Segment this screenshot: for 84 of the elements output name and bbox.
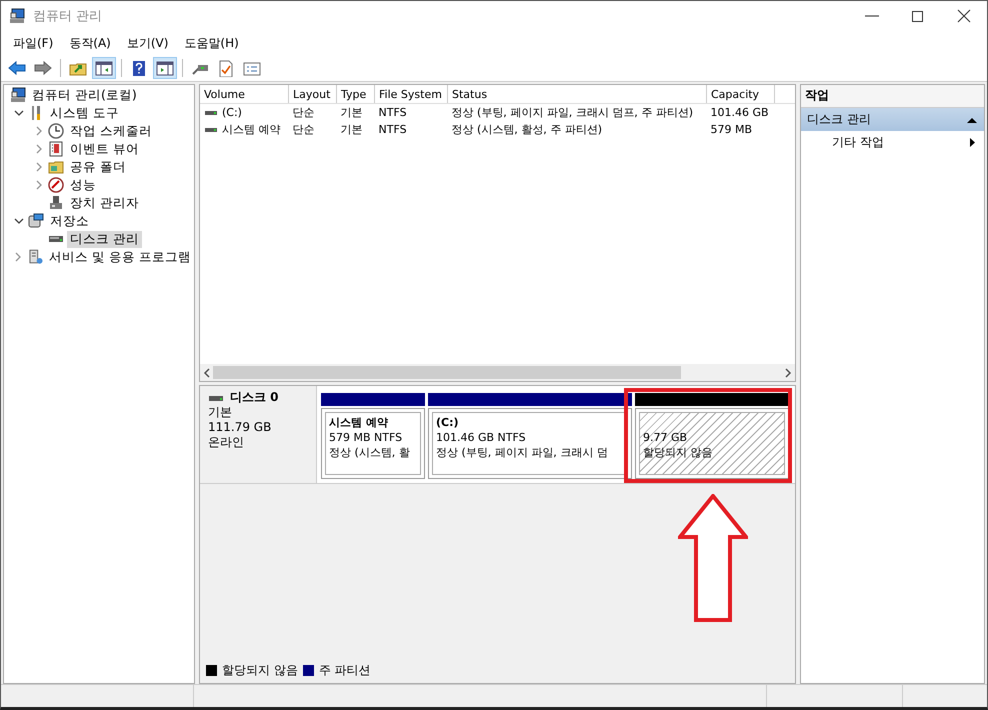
back-arrow-icon	[8, 60, 26, 76]
shared-folder-icon	[48, 159, 64, 175]
submenu-arrow-icon[interactable]	[968, 137, 976, 148]
list-icon	[243, 60, 261, 76]
tree-item[interactable]: 디스크 관리	[67, 230, 142, 248]
legend-label: 주 파티션	[318, 662, 371, 679]
chevron-right-icon[interactable]	[34, 126, 44, 136]
partition-size: 101.46 GB NTFS	[436, 430, 527, 445]
action-item[interactable]: 기타 작업	[832, 134, 884, 151]
partition-box[interactable]: 시스템 예약 579 MB NTFS 정상 (시스템, 활	[325, 412, 421, 475]
menu-item[interactable]: 보기(V)	[118, 32, 176, 54]
partition-box[interactable]: 9.77 GB 할당되지 않음	[639, 412, 785, 475]
computer-icon	[10, 87, 26, 103]
table-cell: 101.46 GB	[706, 104, 774, 121]
toolbar-button[interactable]	[153, 57, 177, 79]
table-cell: 기본	[336, 104, 374, 121]
tree-item[interactable]: 공유 폴더	[67, 158, 129, 176]
chevron-down-icon[interactable]	[14, 108, 24, 118]
maximize-icon[interactable]	[910, 9, 926, 23]
clock-icon	[48, 123, 64, 139]
column-header[interactable]: File System	[374, 85, 448, 104]
gauge-icon	[48, 177, 64, 193]
pane-icon	[95, 60, 113, 76]
menu-item[interactable]: 도움말(H)	[176, 32, 247, 54]
computer-icon	[9, 8, 25, 24]
tree-item[interactable]: 장치 관리자	[67, 194, 142, 212]
checklist-icon	[217, 60, 235, 76]
menu-item[interactable]: 동작(A)	[61, 32, 119, 54]
chevron-right-icon[interactable]	[34, 180, 44, 190]
tree-item[interactable]: 컴퓨터 관리(로컬)	[29, 86, 140, 104]
table-cell: 시스템 예약	[222, 122, 280, 137]
partition-size: 579 MB NTFS	[329, 430, 404, 445]
partition-name: 시스템 예약	[329, 415, 389, 430]
tree-item[interactable]: 이벤트 뷰어	[67, 140, 142, 158]
partition-status: 할당되지 않음	[643, 445, 714, 460]
partition-status: 정상 (시스템, 활	[329, 445, 411, 460]
chevron-right-icon[interactable]	[34, 144, 44, 154]
disk-status: 온라인	[208, 435, 245, 450]
scroll-left-icon[interactable]	[203, 368, 211, 378]
horizontal-scrollbar[interactable]	[200, 364, 795, 381]
forward-arrow-icon	[34, 60, 52, 76]
menu-item[interactable]: 파일(F)	[5, 32, 62, 54]
partition-status: 정상 (부팅, 페이지 파일, 크래시 덤	[436, 445, 609, 460]
tree-item[interactable]: 작업 스케줄러	[67, 122, 155, 140]
column-header[interactable]: Layout	[288, 85, 336, 104]
services-icon	[28, 249, 44, 265]
disk-name: 디스크 0	[230, 390, 279, 405]
chevron-right-icon[interactable]	[34, 162, 44, 172]
partition-name: (C:)	[436, 415, 460, 430]
actions-section[interactable]: 디스크 관리	[801, 108, 984, 131]
storage-icon	[28, 213, 44, 229]
chevron-down-icon[interactable]	[14, 216, 24, 226]
pane-icon	[156, 60, 174, 76]
column-header[interactable]: Volume	[200, 85, 288, 104]
table-cell: 단순	[288, 104, 336, 121]
tree-item[interactable]: 서비스 및 응용 프로그램	[46, 248, 194, 266]
toolbar-button[interactable]	[92, 57, 116, 79]
partition-size: 9.77 GB	[643, 430, 688, 445]
column-header[interactable]: Type	[336, 85, 374, 104]
legend-label: 할당되지 않음	[222, 662, 298, 679]
table-cell: (C:)	[222, 106, 242, 119]
table-cell-text: 단순	[292, 122, 316, 138]
table-cell-text: 정상 (시스템, 활성, 주 파티션)	[450, 122, 604, 138]
scroll-right-icon[interactable]	[784, 368, 792, 378]
close-icon[interactable]	[956, 9, 972, 23]
window-title: 컴퓨터 관리	[33, 8, 104, 25]
tree-item[interactable]: 저장소	[47, 212, 92, 230]
table-cell-text: 기본	[340, 122, 364, 138]
disk-type: 기본	[208, 405, 233, 420]
section-title: 디스크 관리	[807, 111, 871, 128]
help-icon	[130, 60, 148, 76]
device-icon	[48, 195, 64, 211]
table-cell-text: 579 MB	[710, 122, 754, 138]
event-log-icon	[48, 141, 64, 157]
actions-header: 작업	[801, 85, 984, 108]
tree-item[interactable]: 시스템 도구	[47, 104, 122, 122]
disk-size: 111.79 GB	[208, 420, 272, 435]
chevron-right-icon[interactable]	[13, 252, 24, 262]
column-header[interactable]: Status	[448, 85, 706, 104]
table-cell: NTFS	[374, 104, 448, 121]
table-cell-text: NTFS	[378, 122, 408, 138]
column-header[interactable]: Capacity	[706, 85, 774, 104]
tree-item[interactable]: 성능	[67, 176, 99, 194]
table-cell: 정상 (부팅, 페이지 파일, 크래시 덤프, 주 파티션)	[448, 104, 706, 121]
